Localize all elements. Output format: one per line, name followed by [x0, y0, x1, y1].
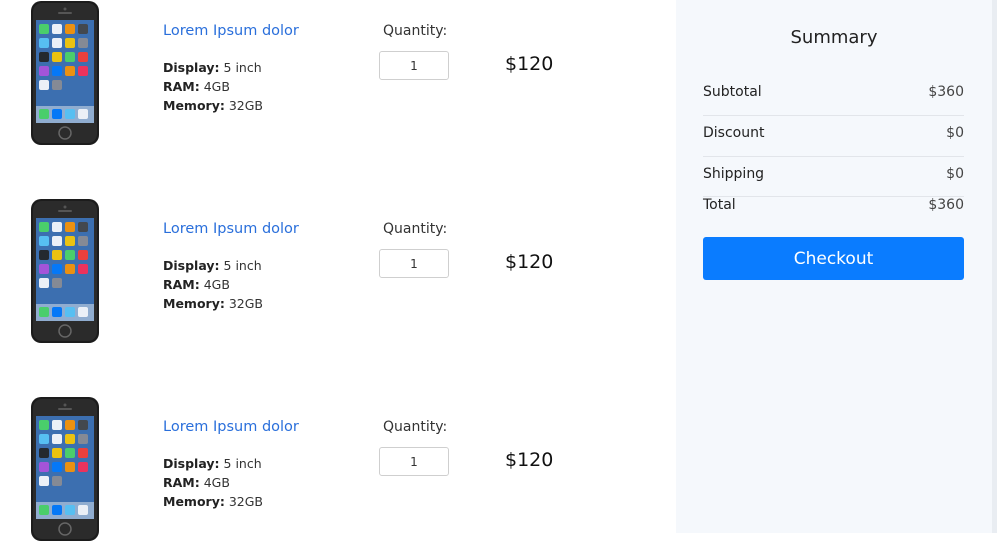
- spec-memory-label: Memory:: [163, 98, 225, 113]
- summary-row-discount: Discount $0: [703, 115, 964, 155]
- quantity-label: Quantity:: [383, 221, 448, 237]
- cart-item: Lorem Ipsum dolor Display: 5 inch RAM: 4…: [0, 198, 676, 348]
- summary-title: Summary: [790, 27, 878, 48]
- item-price: $120: [505, 53, 554, 75]
- spec-memory-value: 32GB: [228, 296, 263, 311]
- subtotal-value: $360: [928, 84, 964, 100]
- spec-ram: RAM: 4GB: [163, 473, 263, 492]
- spec-display: Display: 5 inch: [163, 454, 263, 473]
- product-specs: Display: 5 inch RAM: 4GB Memory: 32GB: [163, 58, 263, 115]
- product-title-link[interactable]: Lorem Ipsum dolor: [163, 221, 299, 237]
- spec-memory: Memory: 32GB: [163, 294, 263, 313]
- spec-memory: Memory: 32GB: [163, 492, 263, 511]
- spec-ram-label: RAM:: [163, 475, 200, 490]
- quantity-input[interactable]: [379, 51, 449, 80]
- spec-ram-value: 4GB: [203, 79, 230, 94]
- spec-display-value: 5 inch: [223, 456, 262, 471]
- order-summary-panel: Summary Subtotal $360 Discount $0 Shippi…: [676, 0, 992, 533]
- smartphone-icon: [31, 199, 99, 343]
- spec-ram: RAM: 4GB: [163, 275, 263, 294]
- total-value: $360: [928, 197, 964, 213]
- spec-memory-value: 32GB: [228, 98, 263, 113]
- spec-display: Display: 5 inch: [163, 58, 263, 77]
- spec-memory-value: 32GB: [228, 494, 263, 509]
- spec-display-label: Display:: [163, 456, 220, 471]
- quantity-input[interactable]: [379, 249, 449, 278]
- summary-row-subtotal: Subtotal $360: [703, 74, 964, 114]
- discount-value: $0: [946, 125, 964, 141]
- cart-items: Lorem Ipsum dolor Display: 5 inch RAM: 4…: [0, 0, 676, 541]
- shipping-value: $0: [946, 166, 964, 182]
- spec-ram: RAM: 4GB: [163, 77, 263, 96]
- checkout-button[interactable]: Checkout: [703, 237, 964, 280]
- discount-label: Discount: [703, 125, 765, 141]
- product-specs: Display: 5 inch RAM: 4GB Memory: 32GB: [163, 454, 263, 511]
- spec-ram-label: RAM:: [163, 79, 200, 94]
- product-title-link[interactable]: Lorem Ipsum dolor: [163, 419, 299, 435]
- summary-row-total: Total $360: [703, 187, 964, 227]
- shipping-label: Shipping: [703, 166, 765, 182]
- spec-memory: Memory: 32GB: [163, 96, 263, 115]
- item-price: $120: [505, 449, 554, 471]
- spec-memory-label: Memory:: [163, 494, 225, 509]
- cart-item: Lorem Ipsum dolor Display: 5 inch RAM: 4…: [0, 396, 676, 546]
- spec-ram-value: 4GB: [203, 277, 230, 292]
- smartphone-icon: [31, 397, 99, 541]
- spec-ram-label: RAM:: [163, 277, 200, 292]
- spec-ram-value: 4GB: [203, 475, 230, 490]
- spec-display-value: 5 inch: [223, 60, 262, 75]
- subtotal-label: Subtotal: [703, 84, 762, 100]
- item-price: $120: [505, 251, 554, 273]
- spec-memory-label: Memory:: [163, 296, 225, 311]
- spec-display-label: Display:: [163, 258, 220, 273]
- quantity-label: Quantity:: [383, 419, 448, 435]
- product-title-link[interactable]: Lorem Ipsum dolor: [163, 23, 299, 39]
- smartphone-icon: [31, 1, 99, 145]
- cart-item: Lorem Ipsum dolor Display: 5 inch RAM: 4…: [0, 0, 676, 150]
- spec-display-value: 5 inch: [223, 258, 262, 273]
- total-label: Total: [703, 197, 736, 213]
- quantity-label: Quantity:: [383, 23, 448, 39]
- quantity-input[interactable]: [379, 447, 449, 476]
- product-specs: Display: 5 inch RAM: 4GB Memory: 32GB: [163, 256, 263, 313]
- spec-display-label: Display:: [163, 60, 220, 75]
- scrollbar-track[interactable]: [992, 0, 997, 533]
- spec-display: Display: 5 inch: [163, 256, 263, 275]
